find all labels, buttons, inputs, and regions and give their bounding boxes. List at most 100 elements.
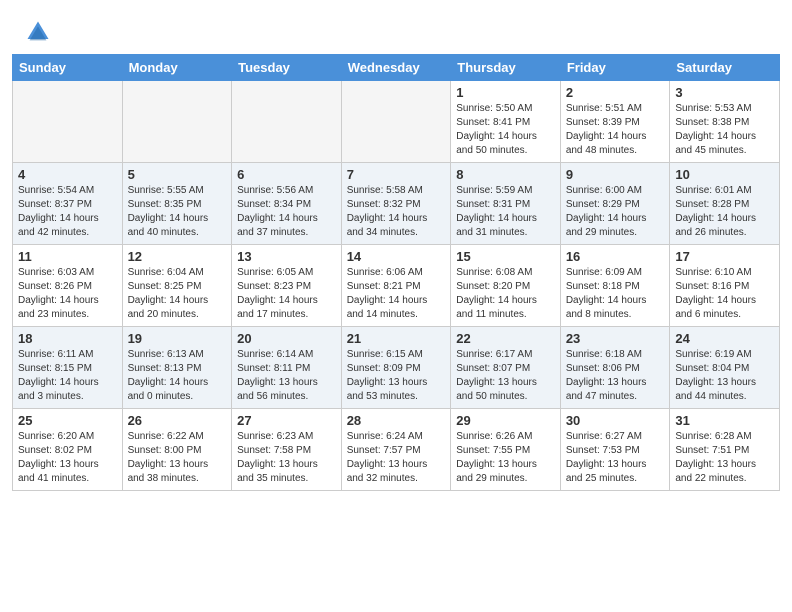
day-number: 23	[566, 331, 665, 346]
calendar-day-28: 28Sunrise: 6:24 AM Sunset: 7:57 PM Dayli…	[341, 409, 451, 491]
calendar-container: SundayMondayTuesdayWednesdayThursdayFrid…	[0, 54, 792, 503]
day-info: Sunrise: 6:19 AM Sunset: 8:04 PM Dayligh…	[675, 348, 774, 404]
day-info: Sunrise: 6:22 AM Sunset: 8:00 PM Dayligh…	[128, 430, 227, 486]
calendar-day-7: 7 Sunrise: 5:58 AM Sunset: 8:32 PM Daylig…	[341, 163, 451, 245]
weekday-header-row: SundayMondayTuesdayWednesdayThursdayFrid…	[13, 55, 780, 81]
weekday-header-monday: Monday	[122, 55, 232, 81]
day-info: Sunrise: 6:20 AM Sunset: 8:02 PM Dayligh…	[18, 430, 117, 486]
weekday-header-wednesday: Wednesday	[341, 55, 451, 81]
calendar-day-15: 15 Sunrise: 6:08 AM Sunset: 8:20 PM Dayli…	[451, 245, 561, 327]
day-info: Sunrise: 5:55 AM Sunset: 8:35 PM Dayligh…	[128, 184, 227, 240]
weekday-header-friday: Friday	[560, 55, 670, 81]
day-info: Sunrise: 5:56 AM Sunset: 8:34 PM Dayligh…	[237, 184, 336, 240]
day-number: 25	[18, 413, 117, 428]
calendar-week-row: 18 Sunrise: 6:11 AM Sunset: 8:15 PM Dayli…	[13, 327, 780, 409]
calendar-day-empty	[341, 81, 451, 163]
calendar-week-row: 11 Sunrise: 6:03 AM Sunset: 8:26 PM Dayli…	[13, 245, 780, 327]
calendar-day-26: 26 Sunrise: 6:22 AM Sunset: 8:00 PM Dayli…	[122, 409, 232, 491]
day-info: Sunrise: 6:00 AM Sunset: 8:29 PM Dayligh…	[566, 184, 665, 240]
logo-icon	[24, 18, 52, 46]
day-number: 8	[456, 167, 555, 182]
day-info: Sunrise: 6:17 AM Sunset: 8:07 PM Dayligh…	[456, 348, 555, 404]
day-number: 20	[237, 331, 336, 346]
day-number: 22	[456, 331, 555, 346]
day-number: 14	[347, 249, 446, 264]
calendar-day-empty	[13, 81, 123, 163]
calendar-day-25: 25 Sunrise: 6:20 AM Sunset: 8:02 PM Dayli…	[13, 409, 123, 491]
day-info: Sunrise: 5:59 AM Sunset: 8:31 PM Dayligh…	[456, 184, 555, 240]
day-info: Sunrise: 6:13 AM Sunset: 8:13 PM Dayligh…	[128, 348, 227, 404]
day-number: 9	[566, 167, 665, 182]
day-number: 17	[675, 249, 774, 264]
calendar-week-row: 1 Sunrise: 5:50 AM Sunset: 8:41 PM Daylig…	[13, 81, 780, 163]
day-number: 10	[675, 167, 774, 182]
day-info: Sunrise: 6:01 AM Sunset: 8:28 PM Dayligh…	[675, 184, 774, 240]
calendar-day-27: 27 Sunrise: 6:23 AM Sunset: 7:58 PM Dayli…	[232, 409, 342, 491]
calendar-day-5: 5 Sunrise: 5:55 AM Sunset: 8:35 PM Daylig…	[122, 163, 232, 245]
weekday-header-thursday: Thursday	[451, 55, 561, 81]
day-number: 19	[128, 331, 227, 346]
calendar-day-14: 14 Sunrise: 6:06 AM Sunset: 8:21 PM Dayli…	[341, 245, 451, 327]
day-info: Sunrise: 6:15 AM Sunset: 8:09 PM Dayligh…	[347, 348, 446, 404]
day-number: 15	[456, 249, 555, 264]
day-info: Sunrise: 6:23 AM Sunset: 7:58 PM Dayligh…	[237, 430, 336, 486]
calendar-day-31: 31Sunrise: 6:28 AM Sunset: 7:51 PM Dayli…	[670, 409, 780, 491]
calendar-day-2: 2Sunrise: 5:51 AM Sunset: 8:39 PM Daylig…	[560, 81, 670, 163]
day-number: 18	[18, 331, 117, 346]
weekday-header-saturday: Saturday	[670, 55, 780, 81]
calendar-day-29: 29 Sunrise: 6:26 AM Sunset: 7:55 PM Dayli…	[451, 409, 561, 491]
day-number: 12	[128, 249, 227, 264]
calendar-day-22: 22 Sunrise: 6:17 AM Sunset: 8:07 PM Dayli…	[451, 327, 561, 409]
calendar-day-19: 19 Sunrise: 6:13 AM Sunset: 8:13 PM Dayli…	[122, 327, 232, 409]
calendar-day-18: 18 Sunrise: 6:11 AM Sunset: 8:15 PM Dayli…	[13, 327, 123, 409]
calendar-day-20: 20 Sunrise: 6:14 AM Sunset: 8:11 PM Dayli…	[232, 327, 342, 409]
day-number: 6	[237, 167, 336, 182]
day-number: 27	[237, 413, 336, 428]
day-number: 2	[566, 85, 665, 100]
calendar-table: SundayMondayTuesdayWednesdayThursdayFrid…	[12, 54, 780, 491]
calendar-day-11: 11 Sunrise: 6:03 AM Sunset: 8:26 PM Dayli…	[13, 245, 123, 327]
day-info: Sunrise: 5:50 AM Sunset: 8:41 PM Dayligh…	[456, 102, 555, 158]
page-header	[0, 0, 792, 54]
calendar-day-13: 13Sunrise: 6:05 AM Sunset: 8:23 PM Dayli…	[232, 245, 342, 327]
calendar-day-10: 10 Sunrise: 6:01 AM Sunset: 8:28 PM Dayli…	[670, 163, 780, 245]
day-info: Sunrise: 6:05 AM Sunset: 8:23 PM Dayligh…	[237, 266, 336, 322]
calendar-day-23: 23 Sunrise: 6:18 AM Sunset: 8:06 PM Dayli…	[560, 327, 670, 409]
calendar-day-21: 21 Sunrise: 6:15 AM Sunset: 8:09 PM Dayli…	[341, 327, 451, 409]
day-info: Sunrise: 6:14 AM Sunset: 8:11 PM Dayligh…	[237, 348, 336, 404]
calendar-day-9: 9 Sunrise: 6:00 AM Sunset: 8:29 PM Daylig…	[560, 163, 670, 245]
day-number: 21	[347, 331, 446, 346]
day-info: Sunrise: 6:11 AM Sunset: 8:15 PM Dayligh…	[18, 348, 117, 404]
day-info: Sunrise: 6:26 AM Sunset: 7:55 PM Dayligh…	[456, 430, 555, 486]
day-info: Sunrise: 6:27 AM Sunset: 7:53 PM Dayligh…	[566, 430, 665, 486]
day-number: 26	[128, 413, 227, 428]
day-info: Sunrise: 5:54 AM Sunset: 8:37 PM Dayligh…	[18, 184, 117, 240]
day-info: Sunrise: 6:03 AM Sunset: 8:26 PM Dayligh…	[18, 266, 117, 322]
day-info: Sunrise: 6:09 AM Sunset: 8:18 PM Dayligh…	[566, 266, 665, 322]
calendar-day-3: 3Sunrise: 5:53 AM Sunset: 8:38 PM Daylig…	[670, 81, 780, 163]
day-number: 28	[347, 413, 446, 428]
day-info: Sunrise: 6:18 AM Sunset: 8:06 PM Dayligh…	[566, 348, 665, 404]
day-info: Sunrise: 5:58 AM Sunset: 8:32 PM Dayligh…	[347, 184, 446, 240]
day-number: 5	[128, 167, 227, 182]
weekday-header-tuesday: Tuesday	[232, 55, 342, 81]
weekday-header-sunday: Sunday	[13, 55, 123, 81]
calendar-day-12: 12Sunrise: 6:04 AM Sunset: 8:25 PM Dayli…	[122, 245, 232, 327]
day-number: 1	[456, 85, 555, 100]
day-number: 24	[675, 331, 774, 346]
day-number: 7	[347, 167, 446, 182]
day-info: Sunrise: 6:06 AM Sunset: 8:21 PM Dayligh…	[347, 266, 446, 322]
day-info: Sunrise: 6:10 AM Sunset: 8:16 PM Dayligh…	[675, 266, 774, 322]
day-number: 11	[18, 249, 117, 264]
logo	[24, 18, 56, 46]
day-info: Sunrise: 6:08 AM Sunset: 8:20 PM Dayligh…	[456, 266, 555, 322]
calendar-day-8: 8 Sunrise: 5:59 AM Sunset: 8:31 PM Daylig…	[451, 163, 561, 245]
calendar-day-24: 24 Sunrise: 6:19 AM Sunset: 8:04 PM Dayli…	[670, 327, 780, 409]
day-number: 30	[566, 413, 665, 428]
day-info: Sunrise: 5:53 AM Sunset: 8:38 PM Dayligh…	[675, 102, 774, 158]
calendar-day-17: 17 Sunrise: 6:10 AM Sunset: 8:16 PM Dayli…	[670, 245, 780, 327]
day-number: 29	[456, 413, 555, 428]
calendar-day-4: 4Sunrise: 5:54 AM Sunset: 8:37 PM Daylig…	[13, 163, 123, 245]
calendar-week-row: 25 Sunrise: 6:20 AM Sunset: 8:02 PM Dayli…	[13, 409, 780, 491]
calendar-day-empty	[232, 81, 342, 163]
